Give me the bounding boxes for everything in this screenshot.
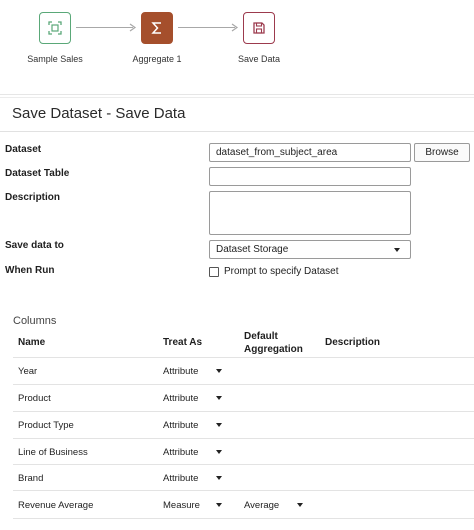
prompt-dataset-checkbox[interactable] — [209, 267, 219, 277]
flow-node-save-data[interactable] — [243, 12, 275, 44]
treat-as-select[interactable]: Attribute — [163, 473, 198, 484]
flow-node-label: Sample Sales — [27, 54, 83, 64]
column-header-name: Name — [18, 337, 46, 348]
chevron-down-icon[interactable] — [216, 476, 222, 480]
column-name-cell: Brand — [18, 473, 44, 484]
dataset-table-label: Dataset Table — [5, 168, 70, 179]
flow-node-sample-sales[interactable] — [39, 12, 71, 44]
column-name-cell: Product Type — [18, 420, 74, 431]
save-icon — [252, 21, 266, 35]
row-divider — [13, 464, 474, 465]
flow-connector — [178, 23, 240, 32]
dataset-source-icon — [48, 21, 62, 35]
page-title: Save Dataset - Save Data — [12, 105, 186, 122]
chevron-down-icon[interactable] — [297, 503, 303, 507]
treat-as-select[interactable]: Attribute — [163, 393, 198, 404]
chevron-down-icon[interactable] — [216, 450, 222, 454]
save-data-to-select[interactable]: Dataset Storage — [209, 240, 411, 259]
when-run-label: When Run — [5, 265, 55, 276]
chevron-down-icon[interactable] — [216, 369, 222, 373]
row-divider — [13, 357, 474, 358]
column-header-default-aggregation: Default Aggregation — [244, 331, 303, 355]
treat-as-select[interactable]: Attribute — [163, 420, 198, 431]
save-data-to-label: Save data to — [5, 240, 64, 251]
treat-as-select[interactable]: Attribute — [163, 447, 198, 458]
flow-connector — [76, 23, 138, 32]
column-name-cell: Product — [18, 393, 51, 404]
treat-as-select[interactable]: Attribute — [163, 366, 198, 377]
chevron-down-icon[interactable] — [216, 396, 222, 400]
column-header-description: Description — [325, 337, 381, 348]
chevron-down-icon — [394, 248, 400, 252]
column-header-treat-as: Treat As — [163, 337, 203, 348]
column-name-cell: Revenue Average — [18, 500, 94, 511]
description-textarea[interactable] — [209, 191, 411, 235]
dataset-table-field[interactable] — [209, 167, 411, 186]
treat-as-select[interactable]: Measure — [163, 500, 200, 511]
save-data-to-value: Dataset Storage — [216, 244, 289, 255]
dataset-label: Dataset — [5, 144, 42, 155]
prompt-dataset-label: Prompt to specify Dataset — [224, 266, 339, 277]
sigma-icon — [150, 21, 164, 35]
divider — [0, 131, 474, 132]
description-label: Description — [5, 192, 61, 203]
flow-node-label: Save Data — [237, 54, 281, 64]
row-divider — [13, 490, 474, 491]
column-name-cell: Line of Business — [18, 447, 88, 458]
chevron-down-icon[interactable] — [216, 423, 222, 427]
chevron-down-icon[interactable] — [216, 503, 222, 507]
flow-node-label: Aggregate 1 — [132, 54, 182, 64]
divider — [0, 94, 474, 95]
divider — [0, 97, 474, 98]
row-divider — [13, 518, 474, 519]
flow-node-aggregate-1[interactable] — [141, 12, 173, 44]
row-divider — [13, 384, 474, 385]
row-divider — [13, 411, 474, 412]
browse-button[interactable]: Browse — [414, 143, 470, 162]
row-divider — [13, 438, 474, 439]
aggregation-select[interactable]: Average — [244, 500, 279, 511]
dataset-name-field[interactable]: dataset_from_subject_area — [209, 143, 411, 162]
columns-section-title: Columns — [13, 315, 57, 327]
data-flow-diagram: Sample Sales Aggregate 1 Save Data — [0, 0, 474, 92]
column-name-cell: Year — [18, 366, 38, 377]
